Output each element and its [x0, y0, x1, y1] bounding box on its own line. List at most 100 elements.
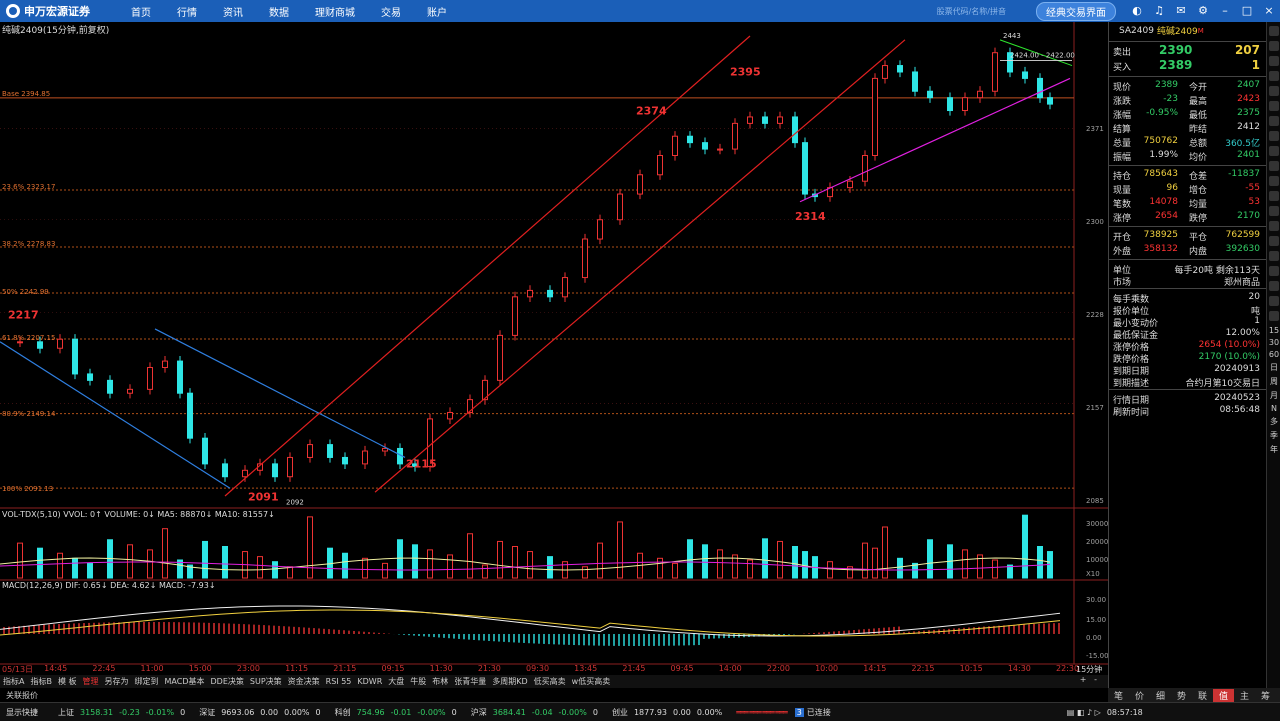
quote-tab[interactable]: 势 — [1171, 689, 1192, 702]
period-shortcut[interactable]: 多 — [1267, 416, 1280, 427]
minimize-icon[interactable]: – — [1219, 5, 1231, 17]
indicator-tab[interactable]: RSI 55 — [326, 677, 352, 686]
close-icon[interactable]: × — [1263, 5, 1275, 17]
macd-tick: 0.00 — [1086, 634, 1102, 642]
indicator-tab[interactable]: 大盘 — [388, 676, 404, 687]
mail-icon[interactable]: ✉ — [1175, 5, 1187, 17]
user-icon[interactable] — [1269, 191, 1279, 201]
period-shortcut[interactable]: 季 — [1267, 430, 1280, 441]
quote-tab[interactable]: 主 — [1234, 689, 1255, 702]
show-shortcut-button[interactable]: 显示快捷 — [6, 707, 38, 718]
search-hint[interactable]: 股票代码/名称/拼音 — [937, 6, 1006, 17]
indicator-tab[interactable]: 管理 — [83, 676, 99, 687]
indicator-tab[interactable]: 布林 — [432, 676, 448, 687]
chart-icon[interactable] — [1269, 56, 1279, 66]
indicator-tab[interactable]: 张青华量 — [454, 676, 486, 687]
tool-icon[interactable] — [1269, 161, 1279, 171]
time-label: 22:45 — [92, 664, 116, 673]
indicator-tab[interactable]: 绑定到 — [135, 676, 159, 687]
period-shortcut[interactable]: 年 — [1267, 444, 1280, 455]
nav-trade[interactable]: 交易 — [381, 4, 401, 19]
doc-icon[interactable] — [1269, 296, 1279, 306]
period-shortcut[interactable]: 30 — [1267, 338, 1280, 347]
tray-icons[interactable]: ▤ ◧ ♪ ▷ — [1067, 708, 1101, 717]
quote-cell: 最低 — [1189, 111, 1208, 121]
indicator-tab[interactable]: 牛股 — [410, 676, 426, 687]
indicator-tab[interactable]: 资金决策 — [288, 676, 320, 687]
quote-cell: 均价 — [1189, 153, 1208, 163]
period-shortcut[interactable]: 日 — [1267, 362, 1280, 373]
nav-wealth-mall[interactable]: 理财商城 — [315, 4, 355, 19]
nav-account[interactable]: 账户 — [427, 4, 447, 19]
link-icon[interactable] — [1269, 176, 1279, 186]
y-tick: 2371 — [1086, 125, 1104, 133]
indicator-tab[interactable]: 低买高卖 — [534, 676, 566, 687]
classic-trade-button[interactable]: 经典交易界面 — [1036, 1, 1116, 21]
table-icon[interactable] — [1269, 71, 1279, 81]
quote-cell: 持仓 — [1113, 172, 1132, 182]
quote-tab[interactable]: 笔 — [1108, 689, 1129, 702]
main-nav: 首页 行情 资讯 数据 理财商城 交易 账户 — [110, 4, 452, 19]
period-label[interactable]: 15分钟 — [1076, 664, 1102, 675]
candle-body — [57, 338, 63, 349]
volume-bar — [827, 561, 833, 579]
quote-cell: 1.99% — [1149, 150, 1178, 160]
kline-chart-svg[interactable]: 2217 2091 2092 2115 2374 2395 2314 2443 2424.00 … — [0, 22, 1108, 675]
time-label: 14:00 — [718, 664, 742, 673]
pen-icon[interactable] — [1269, 266, 1279, 276]
indicator-tab[interactable]: MACD基本 — [165, 676, 205, 687]
list-icon[interactable] — [1269, 41, 1279, 51]
calc-icon[interactable] — [1269, 146, 1279, 156]
indicator-tab[interactable]: w低买高卖 — [572, 676, 611, 687]
candle-body — [777, 116, 783, 124]
tag-icon[interactable] — [1269, 281, 1279, 291]
layers-icon[interactable] — [1269, 221, 1279, 231]
nav-market[interactable]: 行情 — [177, 4, 197, 19]
book-icon[interactable] — [1269, 131, 1279, 141]
news-icon[interactable] — [1269, 86, 1279, 96]
quote-tab[interactable]: 细 — [1150, 689, 1171, 702]
quote-cell: 53 — [1248, 197, 1260, 207]
indicator-tab[interactable]: SUP决策 — [250, 676, 282, 687]
nav-home[interactable]: 首页 — [131, 4, 151, 19]
info-row: 跌停价格 2170 (10.0%) — [1109, 351, 1266, 365]
period-shortcut[interactable]: 60 — [1267, 350, 1280, 359]
star-icon[interactable] — [1269, 101, 1279, 111]
nav-news[interactable]: 资讯 — [223, 4, 243, 19]
gear-icon[interactable]: ⚙ — [1197, 5, 1209, 17]
indicator-tab[interactable]: 指标B — [30, 676, 52, 687]
hs-index-volume: 0 — [592, 707, 598, 717]
period-shortcut[interactable]: 周 — [1267, 376, 1280, 387]
maximize-icon[interactable]: □ — [1241, 5, 1253, 17]
add-remove-icons[interactable]: + - — [1080, 675, 1097, 684]
period-shortcut[interactable]: 月 — [1267, 390, 1280, 401]
time-axis: 05/13日 14:45 22:45 11:00 15:00 23:00 11:15 21:1… — [0, 664, 1108, 675]
quote-tab[interactable]: 值 — [1213, 688, 1234, 702]
volume-bar — [897, 557, 903, 579]
indicator-tab[interactable]: 另存为 — [105, 676, 129, 687]
period-shortcut[interactable]: 15 — [1267, 326, 1280, 335]
flag-icon[interactable] — [1269, 116, 1279, 126]
indicator-tab[interactable]: KDWR — [357, 677, 382, 686]
quote-cell: 738925 — [1143, 230, 1178, 240]
related-quote-label[interactable]: 关联报价 — [6, 690, 38, 701]
indicator-tab[interactable]: 多周期KD — [492, 676, 527, 687]
grid-icon[interactable] — [1269, 26, 1279, 36]
nav-data[interactable]: 数据 — [269, 4, 289, 19]
refresh-icon[interactable] — [1269, 236, 1279, 246]
quote-tab[interactable]: 联 — [1192, 689, 1213, 702]
volume-bar — [1037, 546, 1043, 579]
indicator-tab[interactable]: 模 板 — [58, 676, 77, 687]
info-icon[interactable] — [1269, 311, 1279, 321]
info-value: 08:56:48 — [1219, 405, 1260, 415]
move-icon[interactable] — [1269, 251, 1279, 261]
quote-tab[interactable]: 价 — [1129, 689, 1150, 702]
chart-area[interactable]: 2217 2091 2092 2115 2374 2395 2314 2443 2424.00 … — [0, 22, 1109, 675]
indicator-tab[interactable]: DDE决策 — [211, 676, 244, 687]
skin-icon[interactable]: ◐ — [1131, 5, 1143, 17]
period-shortcut[interactable]: N — [1267, 404, 1280, 413]
indicator-tab[interactable]: 指标A — [3, 676, 24, 687]
bell-icon[interactable] — [1269, 206, 1279, 216]
headset-icon[interactable]: ♫ — [1153, 5, 1165, 17]
quote-tab[interactable]: 筹 — [1255, 689, 1276, 702]
